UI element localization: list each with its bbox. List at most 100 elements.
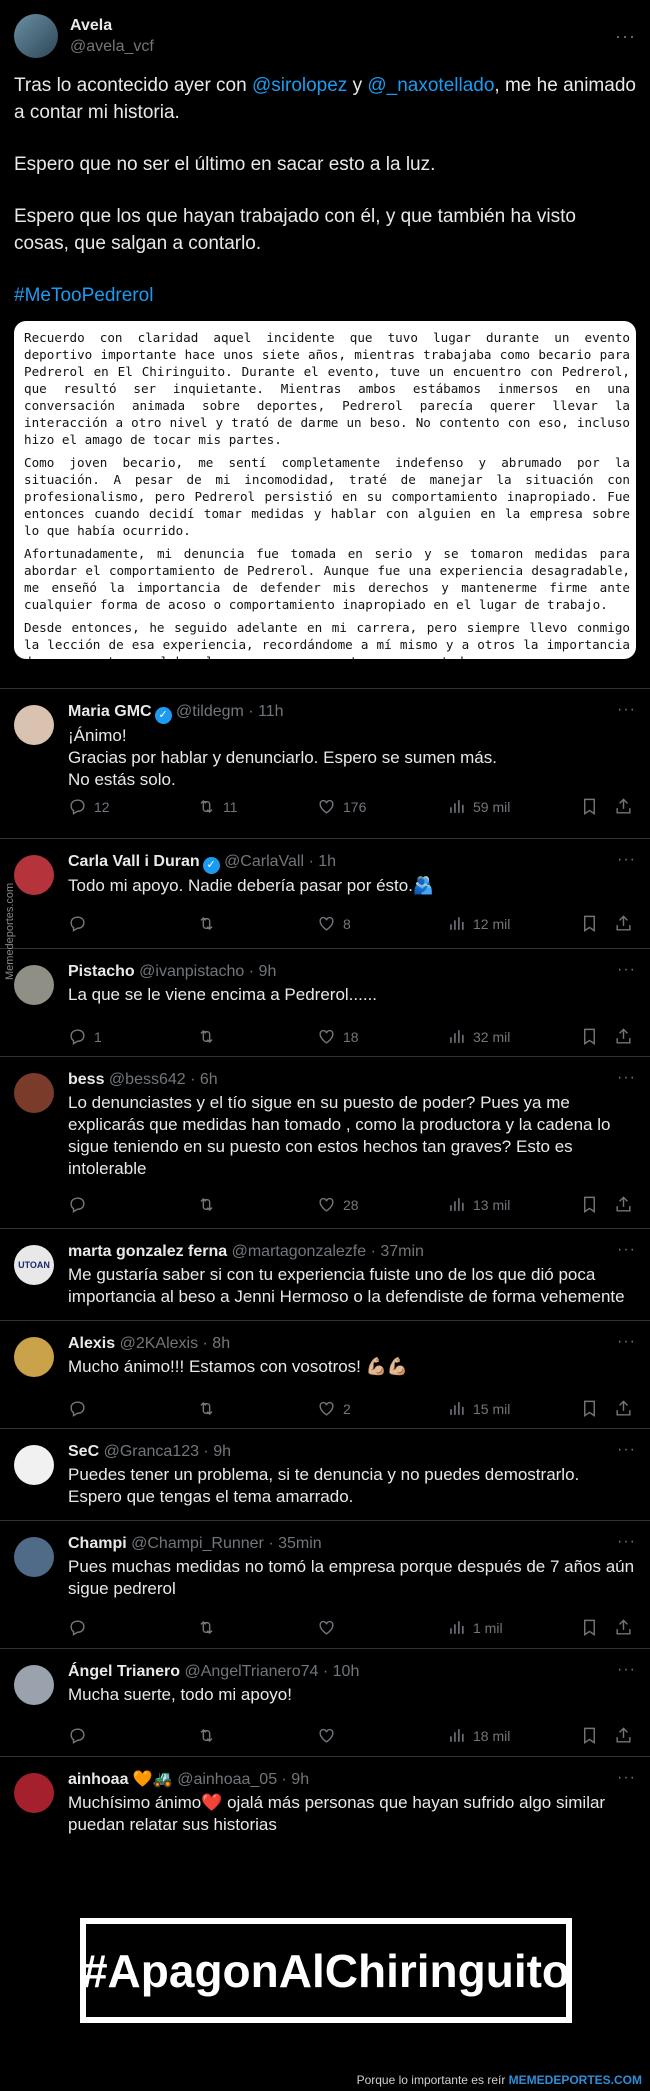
reply-handle-time[interactable]: @CarlaVall · 1h: [224, 853, 336, 870]
reply-author-name[interactable]: Maria GMC: [68, 703, 152, 720]
reply-author-name[interactable]: bess: [68, 1071, 104, 1088]
reply-handle-time[interactable]: @AngelTrianero74 · 10h: [184, 1663, 359, 1680]
retweet-button[interactable]: [197, 1195, 317, 1214]
reply-author-name[interactable]: SeC: [68, 1443, 99, 1460]
share-button[interactable]: [614, 1027, 634, 1046]
views-button[interactable]: 59 mil: [447, 797, 580, 816]
more-options-icon[interactable]: ···: [615, 26, 636, 47]
share-button[interactable]: [614, 1618, 634, 1637]
more-options-icon[interactable]: ···: [617, 1241, 636, 1259]
retweet-button[interactable]: [197, 1399, 317, 1418]
reply-item[interactable]: Pistacho @ivanpistacho · 9h La que se le …: [0, 948, 650, 1056]
retweet-button[interactable]: [197, 1618, 317, 1637]
author-name[interactable]: Avela: [70, 15, 154, 36]
reply-author-name[interactable]: Ángel Trianero: [68, 1663, 180, 1680]
share-button[interactable]: [614, 1399, 634, 1418]
views-button[interactable]: 32 mil: [447, 1027, 580, 1046]
reply-button[interactable]: [68, 1726, 197, 1745]
share-button[interactable]: [614, 914, 634, 933]
reply-button[interactable]: [68, 1399, 197, 1418]
more-options-icon[interactable]: ···: [617, 1333, 636, 1351]
more-options-icon[interactable]: ···: [617, 1533, 636, 1551]
reply-handle-time[interactable]: @2KAlexis · 8h: [120, 1335, 231, 1352]
like-button[interactable]: 18: [317, 1027, 447, 1046]
like-button[interactable]: 176: [317, 797, 447, 816]
views-button[interactable]: 1 mil: [447, 1618, 580, 1637]
retweet-button[interactable]: [197, 914, 317, 933]
bookmark-button[interactable]: [580, 1726, 614, 1745]
reply-button[interactable]: [68, 914, 197, 933]
reply-avatar[interactable]: [14, 1445, 54, 1485]
bookmark-button[interactable]: [580, 1618, 614, 1637]
reply-handle-time[interactable]: @bess642 · 6h: [109, 1071, 218, 1088]
reply-avatar[interactable]: [14, 1073, 54, 1113]
retweet-button[interactable]: [197, 1027, 317, 1046]
reply-avatar[interactable]: [14, 1537, 54, 1577]
like-button[interactable]: 2: [317, 1399, 447, 1418]
views-button[interactable]: 12 mil: [447, 914, 580, 933]
attached-document-image[interactable]: Recuerdo con claridad aquel incidente qu…: [14, 321, 636, 659]
bookmark-button[interactable]: [580, 1399, 614, 1418]
views-button[interactable]: 18 mil: [447, 1726, 580, 1745]
like-button[interactable]: [317, 1618, 447, 1637]
more-options-icon[interactable]: ···: [617, 1441, 636, 1459]
mention-link[interactable]: @_naxotellado: [367, 75, 494, 96]
share-button[interactable]: [614, 797, 634, 816]
views-button[interactable]: 13 mil: [447, 1195, 580, 1214]
more-options-icon[interactable]: ···: [617, 961, 636, 979]
reply-button[interactable]: 1: [68, 1027, 197, 1046]
reply-avatar[interactable]: [14, 1773, 54, 1813]
more-options-icon[interactable]: ···: [617, 1069, 636, 1087]
like-button[interactable]: [317, 1726, 447, 1745]
bookmark-button[interactable]: [580, 797, 614, 816]
more-options-icon[interactable]: ···: [617, 1661, 636, 1679]
more-options-icon[interactable]: ···: [617, 851, 636, 869]
retweet-button[interactable]: 11: [197, 797, 317, 816]
bookmark-button[interactable]: [580, 1195, 614, 1214]
bookmark-button[interactable]: [580, 914, 614, 933]
reply-item[interactable]: Maria GMC ✓ @tildegm · 11h ¡Ánimo! Gracias…: [0, 688, 650, 838]
reply-author-name[interactable]: ainhoaa 🧡🚜: [68, 1771, 173, 1788]
reply-handle-time[interactable]: @Granca123 · 9h: [104, 1443, 231, 1460]
author-avatar[interactable]: [14, 14, 58, 58]
reply-handle-time[interactable]: @tildegm · 11h: [176, 703, 284, 720]
reply-item[interactable]: Carla Vall i Duran ✓ @CarlaVall · 1h Todo …: [0, 838, 650, 948]
more-options-icon[interactable]: ···: [617, 1769, 636, 1787]
reply-author-name[interactable]: marta gonzalez ferna: [68, 1243, 227, 1260]
reply-avatar[interactable]: UTOAN: [14, 1245, 54, 1285]
reply-author-name[interactable]: Pistacho: [68, 963, 135, 980]
like-button[interactable]: 28: [317, 1195, 447, 1214]
reply-handle-time[interactable]: @ivanpistacho · 9h: [139, 963, 276, 980]
share-button[interactable]: [614, 1195, 634, 1214]
share-button[interactable]: [614, 1726, 634, 1745]
reply-item[interactable]: Alexis @2KAlexis · 8h Mucho ánimo!!! Esta…: [0, 1320, 650, 1428]
reply-item[interactable]: Ángel Trianero @AngelTrianero74 · 10h Muc…: [0, 1648, 650, 1756]
reply-button[interactable]: [68, 1618, 197, 1637]
author-handle[interactable]: @avela_vcf: [70, 36, 154, 57]
reply-author-name[interactable]: Alexis: [68, 1335, 115, 1352]
hashtag-link[interactable]: #MeTooPedrerol: [14, 282, 636, 309]
mention-link[interactable]: @sirolopez: [252, 75, 347, 96]
retweet-button[interactable]: [197, 1726, 317, 1745]
bookmark-button[interactable]: [580, 1027, 614, 1046]
views-button[interactable]: 15 mil: [447, 1399, 580, 1418]
like-button[interactable]: 8: [317, 914, 447, 933]
reply-button[interactable]: [68, 1195, 197, 1214]
reply-avatar[interactable]: [14, 965, 54, 1005]
reply-handle-time[interactable]: @ainhoaa_05 · 9h: [177, 1771, 309, 1788]
reply-item[interactable]: SeC @Granca123 · 9h Puedes tener un probl…: [0, 1428, 650, 1520]
reply-handle-time[interactable]: @Champi_Runner · 35min: [131, 1535, 322, 1552]
reply-item[interactable]: Champi @Champi_Runner · 35min Pues muchas…: [0, 1520, 650, 1648]
footer-site[interactable]: MEMEDEPORTES.COM: [509, 2073, 642, 2087]
reply-handle-time[interactable]: @martagonzalezfe · 37min: [232, 1243, 424, 1260]
reply-avatar[interactable]: [14, 705, 54, 745]
reply-item[interactable]: UTOAN marta gonzalez ferna @martagonzalez…: [0, 1228, 650, 1320]
reply-avatar[interactable]: [14, 1665, 54, 1705]
reply-author-name[interactable]: Carla Vall i Duran: [68, 853, 200, 870]
more-options-icon[interactable]: ···: [617, 701, 636, 719]
reply-author-name[interactable]: Champi: [68, 1535, 127, 1552]
reply-item[interactable]: bess @bess642 · 6h Lo denunciastes y el t…: [0, 1056, 650, 1228]
reply-avatar[interactable]: [14, 1337, 54, 1377]
reply-button[interactable]: 12: [68, 797, 197, 816]
reply-avatar[interactable]: [14, 855, 54, 895]
